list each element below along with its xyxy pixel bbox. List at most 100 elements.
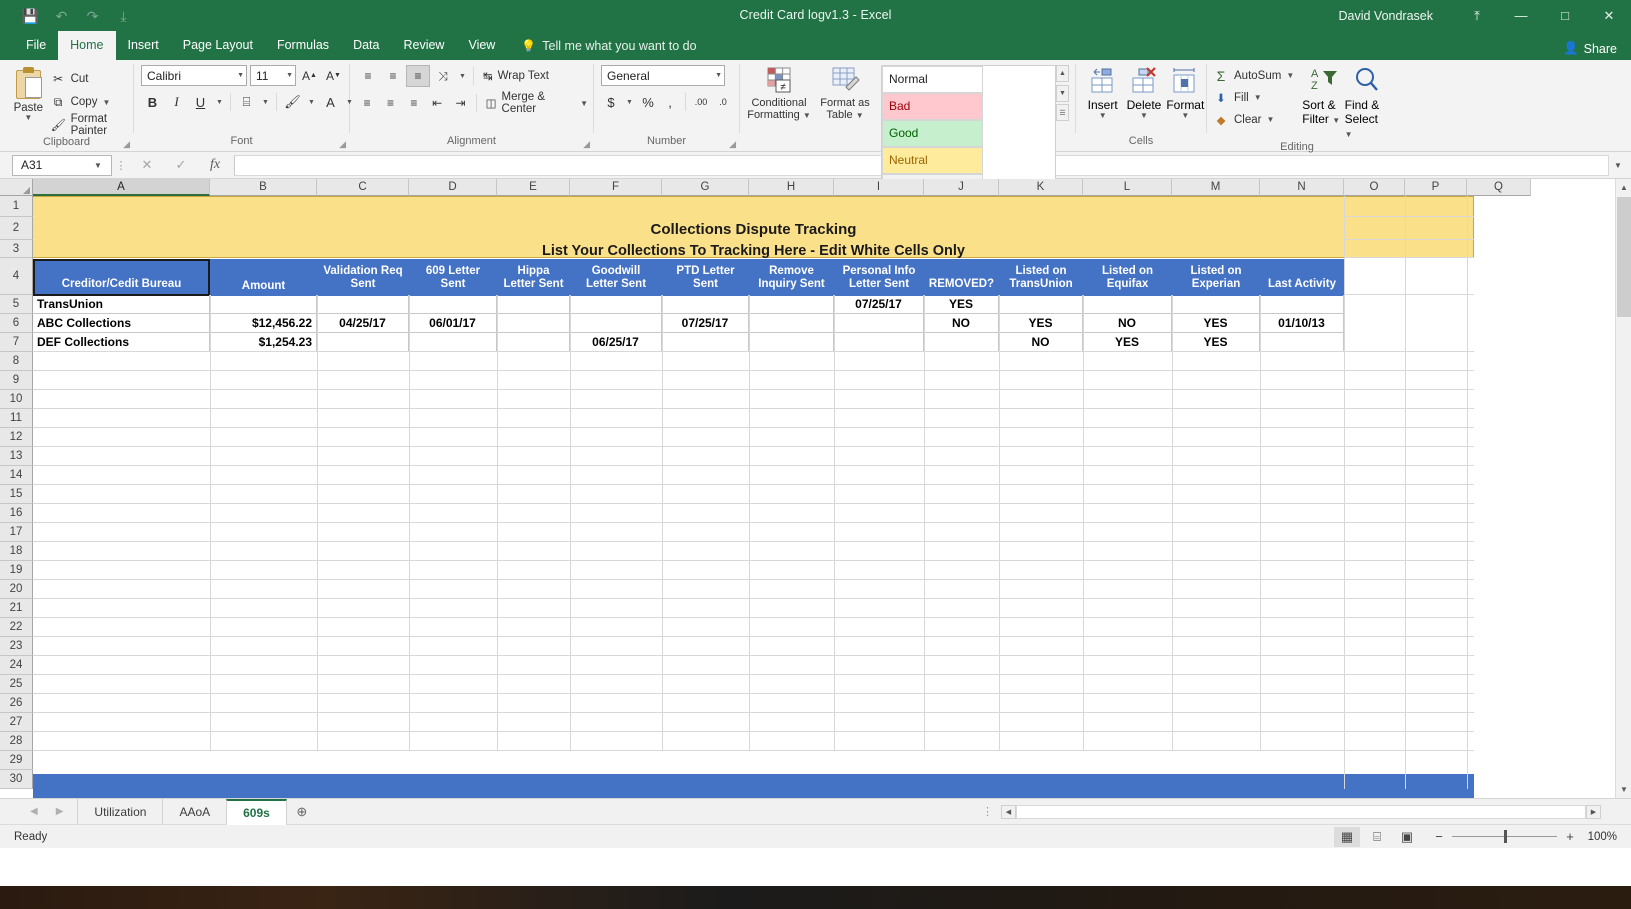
cell-ptd_letter_sent-row6[interactable]: 07/25/17 <box>662 314 749 333</box>
font-dialog-launcher-icon[interactable]: ◢ <box>339 139 346 150</box>
normal-view-button[interactable]: ▦ <box>1334 826 1360 847</box>
row-header-20[interactable]: 20 <box>0 580 33 599</box>
row-header-13[interactable]: 13 <box>0 447 33 466</box>
cell-ptd_letter_sent-row5[interactable] <box>662 295 749 314</box>
tab-page-layout[interactable]: Page Layout <box>171 31 265 60</box>
cell-remove_inquiry_sent-row5[interactable] <box>749 295 834 314</box>
column-header-F[interactable]: F <box>570 179 662 196</box>
tab-home[interactable]: Home <box>58 31 116 60</box>
fill-color-button[interactable]: 🖌 <box>281 91 304 113</box>
cell-goodwill_letter_sent-row5[interactable] <box>570 295 662 314</box>
tell-me-search[interactable]: 💡 Tell me what you want to do <box>521 31 696 60</box>
format-painter-button[interactable]: 🖌 Format Painter <box>51 113 133 137</box>
zoom-slider[interactable] <box>1452 830 1557 843</box>
paste-button[interactable]: Paste ▼ <box>6 65 51 122</box>
header-listed-equifax[interactable]: Listed on Equifax <box>1083 259 1172 296</box>
cell-listed_equifax-row5[interactable] <box>1083 295 1172 314</box>
cell-ptd_letter_sent-row7[interactable] <box>662 333 749 352</box>
cell-listed_equifax-row7[interactable]: YES <box>1083 333 1172 352</box>
scroll-right-icon[interactable]: ▶ <box>1586 804 1601 819</box>
tab-formulas[interactable]: Formulas <box>265 31 341 60</box>
row-header-7[interactable]: 7 <box>0 333 33 352</box>
row-header-1[interactable]: 1 <box>0 196 33 217</box>
cell-style-normal[interactable]: Normal <box>882 66 983 93</box>
row-header-23[interactable]: 23 <box>0 637 33 656</box>
cell-hippa_letter_sent-row7[interactable] <box>497 333 570 352</box>
cell-listed_experian-row5[interactable] <box>1172 295 1260 314</box>
horizontal-scroll-track[interactable] <box>1016 804 1586 819</box>
header-hippa-letter-sent[interactable]: Hippa Letter Sent <box>497 259 570 296</box>
cell-goodwill_letter_sent-row7[interactable]: 06/25/17 <box>570 333 662 352</box>
cell-last_activity-row6[interactable]: 01/10/13 <box>1260 314 1344 333</box>
row-header-26[interactable]: 26 <box>0 694 33 713</box>
cell-style-good[interactable]: Good <box>882 120 983 147</box>
row-header-30[interactable]: 30 <box>0 770 33 789</box>
column-header-J[interactable]: J <box>924 179 999 196</box>
cell-last_activity-row7[interactable] <box>1260 333 1344 352</box>
cell-amount-row6[interactable]: $12,456.22 <box>210 314 317 333</box>
row-header-15[interactable]: 15 <box>0 485 33 504</box>
insert-function-icon[interactable]: fx <box>198 154 232 176</box>
row-header-8[interactable]: 8 <box>0 352 33 371</box>
wrap-text-button[interactable]: ↹ Wrap Text <box>478 65 554 87</box>
decrease-indent-button[interactable]: ⇤ <box>426 92 448 114</box>
sheet-bar-splitter[interactable]: ⋮ <box>982 805 1001 818</box>
row-header-10[interactable]: 10 <box>0 390 33 409</box>
close-button[interactable]: ✕ <box>1587 0 1631 31</box>
copy-button[interactable]: ⧉ Copy ▼ <box>51 92 133 112</box>
cell-personal_info_letter_sent-row6[interactable] <box>834 314 924 333</box>
column-header-K[interactable]: K <box>999 179 1083 196</box>
cell-hippa_letter_sent-row6[interactable] <box>497 314 570 333</box>
vertical-scrollbar[interactable]: ▲ ▼ <box>1615 179 1631 798</box>
autosum-dropdown-icon[interactable]: ▼ <box>1286 72 1294 80</box>
font-size-combo[interactable]: 11 ▼ <box>250 65 296 86</box>
find-and-select-button[interactable]: Find & Select ▼ <box>1345 65 1387 140</box>
underline-dropdown-icon[interactable]: ▼ <box>213 91 226 113</box>
cell-listed_experian-row7[interactable]: YES <box>1172 333 1260 352</box>
accounting-format-button[interactable]: $ <box>601 91 621 113</box>
row-header-21[interactable]: 21 <box>0 599 33 618</box>
page-layout-view-button[interactable]: ⌸ <box>1364 827 1390 847</box>
cell-listed_experian-row6[interactable]: YES <box>1172 314 1260 333</box>
cell-style-neutral[interactable]: Neutral <box>882 147 983 174</box>
header-listed-experian[interactable]: Listed on Experian <box>1172 259 1260 296</box>
cell-listed_equifax-row6[interactable]: NO <box>1083 314 1172 333</box>
vertical-scroll-thumb[interactable] <box>1617 197 1631 317</box>
zoom-out-button[interactable]: − <box>1432 829 1446 844</box>
cell-removed-row7[interactable] <box>924 333 999 352</box>
header-personal-info-letter-sent[interactable]: Personal Info Letter Sent <box>834 259 924 296</box>
percent-style-button[interactable]: % <box>638 91 658 113</box>
expand-formula-bar-icon[interactable]: ▼ <box>1609 161 1627 170</box>
sheet-nav-arrows[interactable]: ◀ ▶ <box>0 806 77 817</box>
cell-styles-scroll[interactable]: ▲ ▼ ☰ <box>1056 65 1069 121</box>
sheet-tab-609s[interactable]: 609s <box>226 798 287 825</box>
sheet-tab-aaoa[interactable]: AAoA <box>162 798 226 825</box>
column-header-M[interactable]: M <box>1172 179 1260 196</box>
row-header-6[interactable]: 6 <box>0 314 33 333</box>
underline-button[interactable]: U <box>189 91 212 113</box>
tab-file[interactable]: File <box>14 31 58 60</box>
header-remove-inquiry-sent[interactable]: Remove Inquiry Sent <box>749 259 834 296</box>
format-cells-button[interactable]: Format ▼ <box>1165 65 1206 120</box>
delete-cells-button[interactable]: Delete ▼ <box>1123 65 1164 120</box>
font-color-button[interactable]: A <box>319 91 342 113</box>
row-header-25[interactable]: 25 <box>0 675 33 694</box>
cancel-entry-icon[interactable]: ✕ <box>130 154 164 176</box>
align-right-button[interactable]: ≡ <box>403 92 425 114</box>
column-header-E[interactable]: E <box>497 179 570 196</box>
align-center-button[interactable]: ≡ <box>379 92 401 114</box>
italic-button[interactable]: I <box>165 91 188 113</box>
cell-goodwill_letter_sent-row6[interactable] <box>570 314 662 333</box>
confirm-entry-icon[interactable]: ✓ <box>164 154 198 176</box>
name-box[interactable]: A31 ▼ <box>12 154 112 176</box>
column-header-D[interactable]: D <box>409 179 497 196</box>
header-listed-transunion[interactable]: Listed on TransUnion <box>999 259 1083 296</box>
alignment-dialog-launcher-icon[interactable]: ◢ <box>583 139 590 150</box>
clear-dropdown-icon[interactable]: ▼ <box>1266 116 1274 124</box>
align-left-button[interactable]: ≡ <box>356 92 378 114</box>
header-validation-req-sent[interactable]: Validation Req Sent <box>317 259 409 296</box>
number-format-combo[interactable]: General ▼ <box>601 65 725 86</box>
orientation-button[interactable]: ⤨ <box>431 65 455 87</box>
align-top-button[interactable]: ≡ <box>356 65 380 87</box>
row-header-4[interactable]: 4 <box>0 258 33 295</box>
